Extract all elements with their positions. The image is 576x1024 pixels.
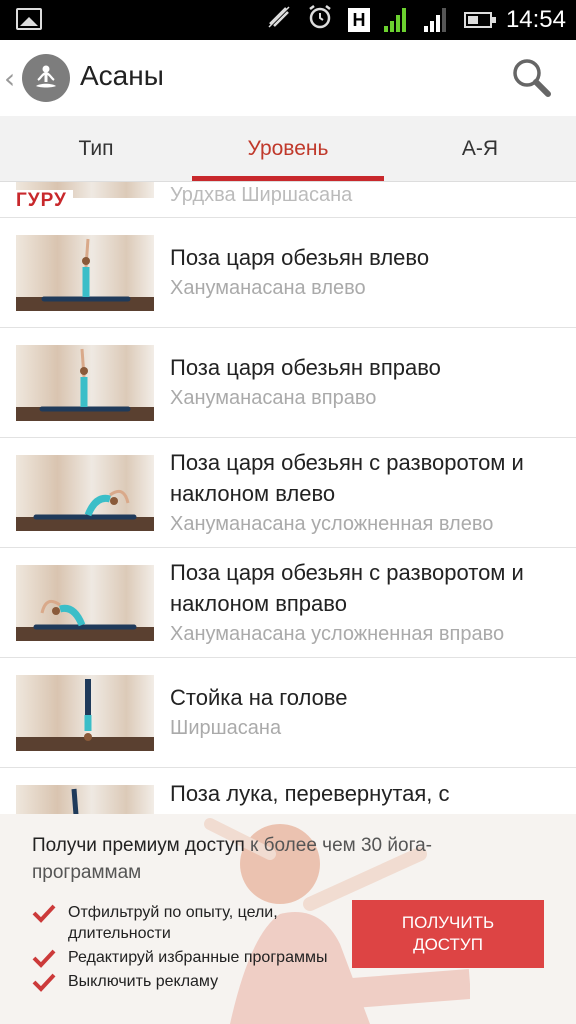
list-item-subtitle: Хануманасана усложненная вправо: [170, 622, 505, 645]
battery-icon: [463, 12, 496, 28]
search-icon: [513, 59, 551, 97]
asana-thumbnail: [16, 455, 154, 531]
tab-level[interactable]: Уровень: [192, 116, 384, 181]
list-item[interactable]: Поза царя обезьян влево Хануманасана вле…: [0, 218, 576, 328]
list-item-title: Поза царя обезьян с разворотом и наклоно…: [170, 559, 524, 616]
check-icon: [32, 973, 56, 992]
signal-2-icon: [423, 8, 450, 32]
search-button[interactable]: [510, 56, 554, 100]
list-item-subtitle: Урдхва Ширшасана: [170, 184, 353, 206]
benefit-item: Выключить рекламу: [32, 971, 332, 992]
network-type-badge: H: [347, 8, 370, 32]
action-bar: ‹ Асаны: [0, 40, 576, 116]
list-item-subtitle: Ширшасана: [170, 717, 282, 739]
promo-headline: Получи премиум доступ к более чем 30 йог…: [32, 832, 462, 886]
list-item[interactable]: Поза царя обезьян с разворотом и наклоно…: [0, 438, 576, 548]
premium-promo-banner: Получи премиум доступ к более чем 30 йог…: [0, 814, 576, 1024]
check-icon: [32, 904, 56, 923]
tab-a-z[interactable]: А-Я: [384, 116, 576, 181]
gallery-icon: [16, 8, 42, 30]
asana-thumbnail: [16, 235, 154, 311]
list-item-title: Поза царя обезьян вправо: [170, 355, 441, 380]
benefit-text: Отфильтруй по опыту, цели, длительности: [68, 904, 278, 942]
list-item-title: Поза царя обезьян с разворотом и наклоно…: [170, 449, 524, 506]
list-item-title: Стойка на голове: [170, 685, 348, 710]
asana-thumbnail: [16, 675, 154, 751]
signal-1-icon: [383, 8, 410, 32]
list-item[interactable]: Стойка на голове Ширшасана: [0, 658, 576, 768]
list-item-subtitle: Хануманасана вправо: [170, 387, 377, 409]
benefit-list: Отфильтруй по опыту, цели, длительности …: [32, 902, 332, 995]
list-item-title: Поза лука, перевернутая, с: [170, 781, 450, 806]
app-logo-meditation-icon[interactable]: [22, 54, 70, 102]
asana-thumbnail: [16, 565, 154, 641]
list-item-subtitle: Хануманасана влево: [170, 277, 366, 299]
tab-bar: Тип Уровень А-Я: [0, 116, 576, 182]
status-clock: 14:54: [505, 6, 566, 33]
benefit-text: Выключить рекламу: [68, 973, 219, 990]
benefit-item: Редактируй избранные программы: [32, 947, 332, 968]
list-item-title: Поза царя обезьян влево: [170, 245, 430, 270]
list-item[interactable]: Поза царя обезьян вправо Хануманасана вп…: [0, 328, 576, 438]
asana-thumbnail: [16, 345, 154, 421]
section-header: ГУРУ: [16, 190, 73, 212]
status-icons: H 14:54: [266, 0, 566, 40]
status-bar: H 14:54: [0, 0, 576, 40]
get-access-button[interactable]: ПОЛУЧИТЬ ДОСТУП: [352, 900, 544, 968]
list-item-subtitle: Хануманасана усложненная влево: [170, 512, 494, 535]
benefit-text: Редактируй избранные программы: [68, 949, 328, 966]
alarm-icon: [306, 3, 334, 37]
list-item-partial[interactable]: Урдхва Ширшасана ГУРУ: [0, 182, 576, 218]
muted-icon: [266, 4, 292, 36]
back-chevron-icon[interactable]: ‹: [4, 62, 15, 95]
list-item[interactable]: Поза царя обезьян с разворотом и наклоно…: [0, 548, 576, 658]
page-title: Асаны: [80, 60, 164, 91]
tab-type[interactable]: Тип: [0, 116, 192, 181]
check-icon: [32, 949, 56, 968]
promo-headline-strong: Получи премиум доступ: [32, 835, 245, 856]
benefit-item: Отфильтруй по опыту, цели, длительности: [32, 902, 332, 944]
